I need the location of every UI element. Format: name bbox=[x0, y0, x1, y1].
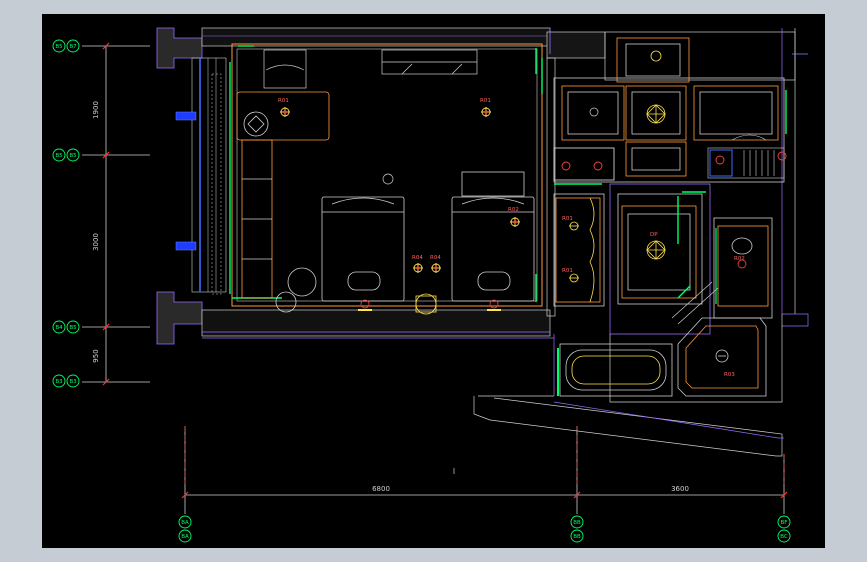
fixture-tag-r01-wash-b: R01 bbox=[562, 268, 573, 274]
shower-room bbox=[609, 183, 711, 335]
fixture-tag-r04-b: R04 bbox=[430, 255, 441, 261]
ceiling-light-fixtures bbox=[280, 107, 520, 273]
axis-label-left-2a: B5 bbox=[55, 153, 63, 159]
bed-left bbox=[321, 196, 405, 302]
axis-label-left-1b: B7 bbox=[69, 44, 77, 50]
desk-unit bbox=[236, 91, 330, 299]
fixture-tag-r01-wash-a: R01 bbox=[562, 216, 573, 222]
cloakroom-outlets bbox=[553, 147, 787, 181]
axis-bubbles-bottom bbox=[178, 515, 791, 543]
corridor-walls bbox=[546, 28, 809, 327]
axis-label-bottom-2b: BB bbox=[573, 534, 581, 540]
vertical-dimension-chain bbox=[82, 45, 150, 383]
cad-drawing-viewport[interactable]: 1900 3000 950 B5 B7 B5 B5 B4 B5 B3 B3 68… bbox=[42, 14, 825, 548]
axis-label-left-1a: B5 bbox=[55, 44, 63, 50]
horizontal-dimension-chain bbox=[184, 426, 785, 514]
axis-label-bottom-1b: BA bbox=[181, 534, 189, 540]
dimension-label-950: 950 bbox=[92, 349, 100, 362]
axis-label-bottom-1a: BA bbox=[181, 520, 189, 526]
corridor-chandelier bbox=[646, 50, 666, 124]
axis-label-left-4a: B3 bbox=[55, 379, 63, 385]
lounge-chair bbox=[275, 267, 317, 313]
axis-label-bottom-3a: BF bbox=[781, 520, 788, 526]
bathtub bbox=[557, 343, 673, 397]
axis-label-left-2b: B5 bbox=[69, 153, 77, 159]
grid-axis-lines bbox=[184, 426, 785, 484]
bedroom-walls bbox=[156, 27, 551, 345]
octagonal-shower bbox=[677, 317, 767, 397]
axis-bubbles-left bbox=[52, 39, 80, 388]
building-outer-edge bbox=[202, 28, 808, 339]
bedroom-green-trim bbox=[229, 45, 537, 302]
wash-area bbox=[553, 193, 605, 307]
corridor-smoke-detector bbox=[589, 107, 599, 117]
axis-label-left-3a: B4 bbox=[55, 325, 63, 331]
dimension-label-1900: 1900 bbox=[92, 101, 100, 119]
fixture-tag-r01-a: R01 bbox=[278, 98, 289, 104]
wc-room bbox=[713, 217, 773, 319]
axis-label-left-4b: B3 bbox=[69, 379, 77, 385]
axis-label-bottom-2a: BB bbox=[573, 520, 581, 526]
luggage-rack bbox=[263, 49, 478, 89]
desk-chair bbox=[243, 111, 269, 137]
shower-chandelier bbox=[646, 240, 666, 260]
floor-plan-canvas: 1900 3000 950 B5 B7 B5 B5 B4 B5 B3 B3 68… bbox=[52, 27, 809, 543]
fixture-tag-r01-b: R01 bbox=[480, 98, 491, 104]
fixture-tag-r04-a: R04 bbox=[412, 255, 423, 261]
bed-right bbox=[451, 171, 535, 302]
fixture-tag-dp: DP bbox=[650, 232, 658, 238]
fixture-tag-r02-small: R02 bbox=[734, 256, 745, 262]
axis-label-left-3b: B5 bbox=[69, 325, 77, 331]
dimension-label-6800: 6800 bbox=[372, 485, 390, 493]
dimension-label-3000: 3000 bbox=[92, 233, 100, 251]
fixture-tag-r03: R03 bbox=[724, 372, 735, 378]
balcony-outline bbox=[453, 395, 783, 474]
dimension-label-3600: 3600 bbox=[671, 485, 689, 493]
ceiling-coffer-grid bbox=[553, 37, 785, 183]
fixture-tag-r02: R02 bbox=[508, 207, 519, 213]
bedroom-room-outline bbox=[231, 43, 543, 307]
axis-label-bottom-3b: BC bbox=[780, 534, 788, 540]
